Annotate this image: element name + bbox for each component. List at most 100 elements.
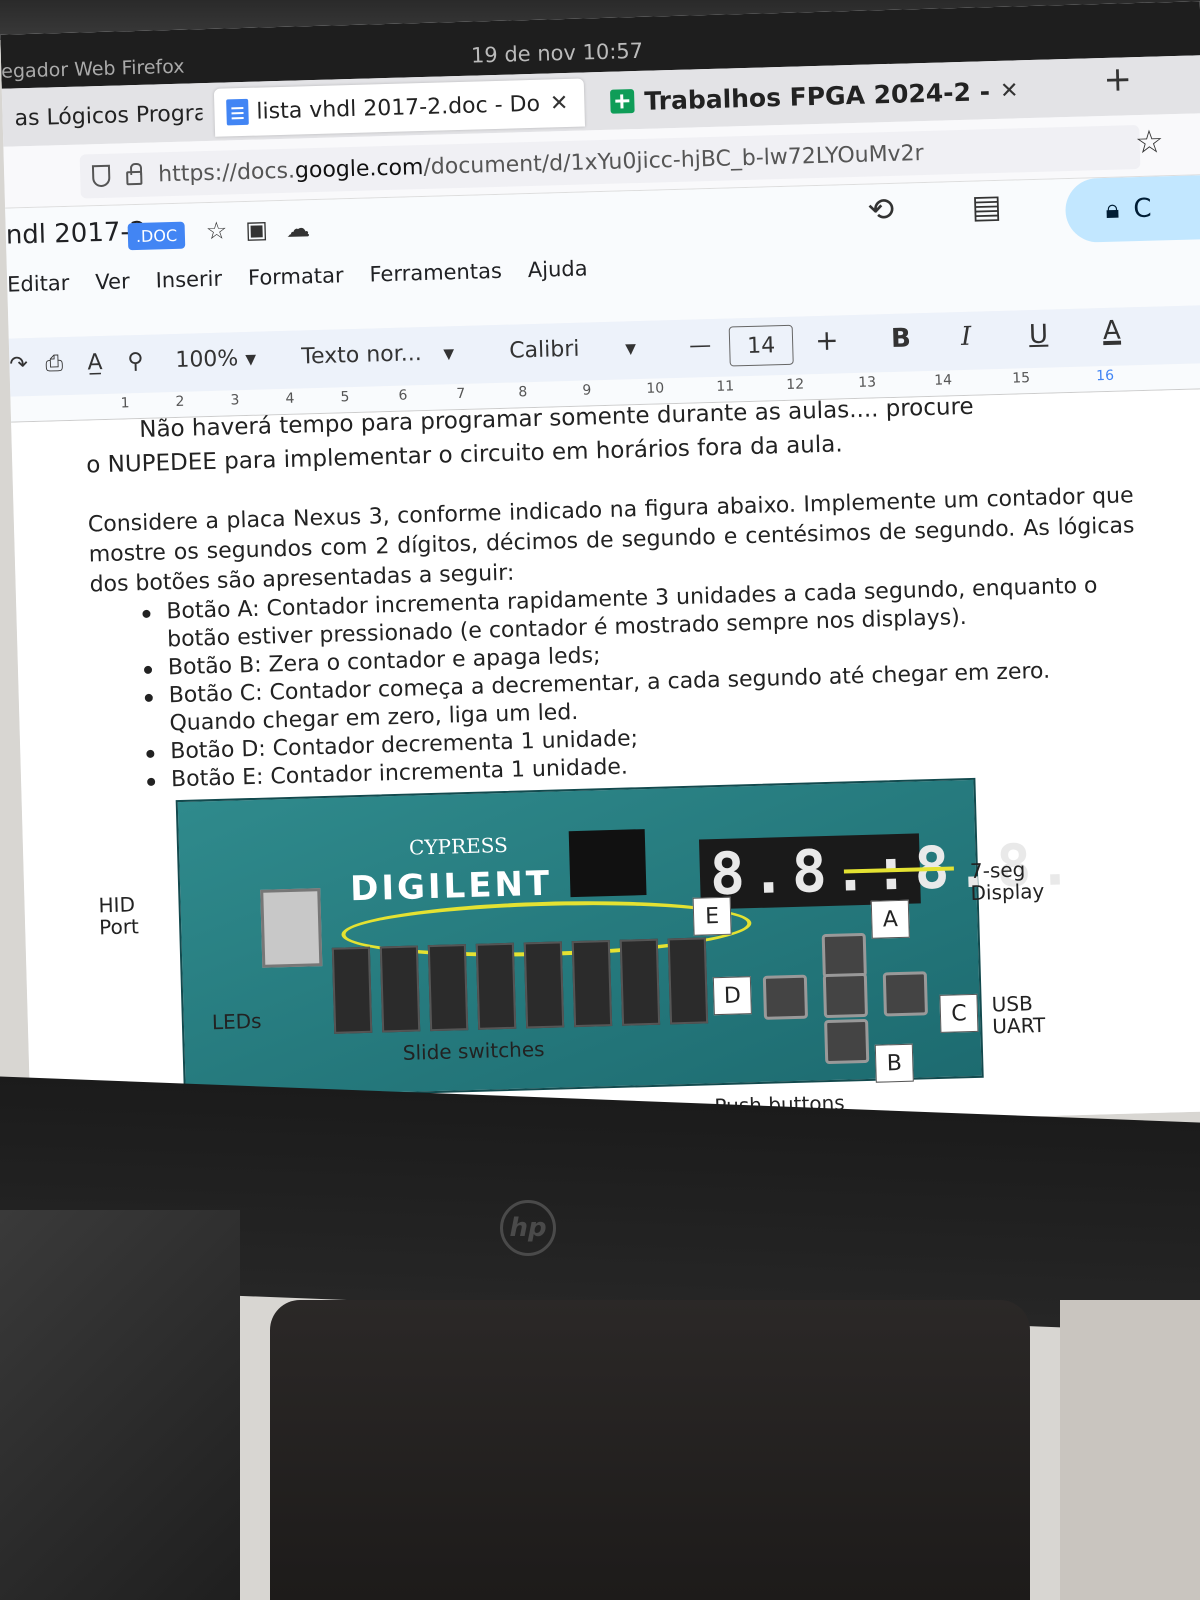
font-select[interactable]: Calibri [509,337,580,364]
label-d: D [712,976,752,1016]
chevron-down-icon[interactable]: ▼ [245,352,256,368]
label-a: A [870,899,910,939]
tab-label: lista vhdl 2017-2.doc - Do [256,91,541,125]
menu-ferramentas[interactable]: Ferramentas [369,259,502,287]
bold-button[interactable]: B [891,323,912,354]
redo-icon[interactable]: ↷ [9,352,28,378]
push-button [762,974,809,1020]
zoom-select[interactable]: 100% [175,346,239,373]
push-button [882,971,928,1017]
ruler-tick: 7 [456,385,466,403]
shield-icon[interactable] [91,164,111,188]
slide-switch [571,940,613,1028]
tab-lista-vhdl[interactable]: lista vhdl 2017-2.doc - Do ✕ [213,78,586,137]
ruler-tick: 1 [120,395,130,412]
cypress-logo: CYPRESS [408,832,509,860]
close-icon[interactable]: ✕ [1000,78,1019,104]
history-icon[interactable]: ⟲ [867,190,895,229]
title-actions: ☆▣☁ [205,214,328,245]
url-host: google.com [294,154,424,184]
slide-switch [667,937,709,1025]
hid-usb-port [260,888,323,968]
print-icon[interactable]: ⎙ [45,351,63,376]
increase-font-button[interactable]: + [815,323,839,357]
ruler-tick: 13 [858,374,877,391]
ruler-tick: 6 [398,387,408,404]
leds-label: LEDs [211,1008,262,1035]
slide-switch [475,942,517,1030]
menu-ajuda[interactable]: Ajuda [527,256,587,282]
ruler-tick: 15 [1012,370,1031,387]
ruler-tick: 16 [1095,367,1115,385]
decrease-font-button[interactable]: — [689,333,712,359]
paint-format-icon[interactable]: ⚲ [127,349,144,374]
text-color-button[interactable]: A [1103,316,1122,346]
slide-switch [331,946,373,1034]
slide-switches-label: Slide switches [402,1036,545,1065]
menu-inserir[interactable]: Inserir [155,267,222,293]
monitor-screen: egador Web Firefox 19 de nov 10:57 as Ló… [0,1,1200,1145]
ruler-tick: 3 [230,392,240,409]
docs-icon [226,98,249,126]
chevron-down-icon[interactable]: ▼ [625,341,636,357]
bookmark-star-icon[interactable]: ☆ [1134,122,1164,161]
menu-formatar[interactable]: Formatar [248,263,344,290]
close-icon[interactable]: ✕ [550,90,569,116]
button-list: Botão A: Contador incrementa rapidamente… [142,571,1141,795]
ruler-tick: 14 [934,372,953,389]
seven-seg-label: 7-seg Display [969,857,1045,905]
star-icon[interactable]: ☆ [205,216,245,245]
board-image: CYPRESS DIGILENT 8.8.:8.8. A B C D E [175,777,1079,1101]
ruler-tick: 4 [285,390,295,407]
menu-ver[interactable]: Ver [95,269,130,294]
ruler-tick: 5 [340,389,350,406]
style-select[interactable]: Texto nor... [301,341,422,369]
tab-trabalhos-fpga[interactable]: Trabalhos FPGA 2024-2 - ✕ [598,66,1039,126]
desk-surface [1060,1300,1200,1600]
move-folder-icon[interactable]: ▣ [245,215,286,244]
document-page[interactable]: Não haverá tempo para programar somente … [11,389,1200,1145]
slide-switch-row [331,937,709,1034]
push-button [821,932,867,979]
italic-button[interactable]: I [961,322,972,352]
ruler-tick: 12 [786,376,805,393]
label-c: C [939,993,979,1033]
document-title[interactable]: ndl 2017-2 [5,217,146,251]
ruler-tick: 8 [518,384,528,401]
url-path: /document/d/1xYu0jicc-hjBC_b-lw72LYOuMv2… [423,140,925,180]
underline-button[interactable]: U [1029,320,1049,351]
url-prefix: https://docs. [157,158,296,187]
monitor-stand [270,1300,1030,1600]
app-name: egador Web Firefox [0,55,185,83]
tab-label: as Lógicos Progra [14,100,204,131]
slide-switch [523,941,565,1029]
lock-icon[interactable] [126,170,143,186]
spellcheck-icon[interactable]: A̲ [87,350,103,375]
lock-icon: 🔒︎ [1105,194,1120,225]
ruler-tick: 11 [716,378,735,395]
usb-uart-label: USB UART [991,991,1046,1039]
share-button[interactable]: 🔒︎ C [1064,174,1200,244]
hid-port-label: HID Port [98,892,140,940]
new-tab-button[interactable]: + [1103,59,1133,100]
ruler-tick: 2 [175,393,185,410]
comments-icon[interactable]: ▤ [971,187,1002,226]
menu-bar: Editar Ver Inserir Formatar Ferramentas … [7,256,588,296]
font-size-input[interactable]: 14 [728,324,794,367]
push-button [822,972,868,1019]
slide-switch [619,938,661,1026]
tab-logicos[interactable]: as Lógicos Progra ✕ [2,89,203,143]
sheets-icon [610,89,635,114]
chevron-down-icon[interactable]: ▼ [443,346,454,362]
share-label: C [1132,193,1152,225]
ruler-tick: 10 [646,380,665,397]
label-e: E [692,896,732,936]
label-b: B [874,1043,914,1083]
slide-switch [379,945,421,1033]
tab-label: Trabalhos FPGA 2024-2 - [643,76,991,116]
cloud-status-icon[interactable]: ☁ [286,214,329,243]
doc-format-badge: .DOC [127,221,186,251]
slide-switch [427,944,469,1032]
menu-editar[interactable]: Editar [7,271,70,297]
hp-logo: hp [500,1200,556,1256]
